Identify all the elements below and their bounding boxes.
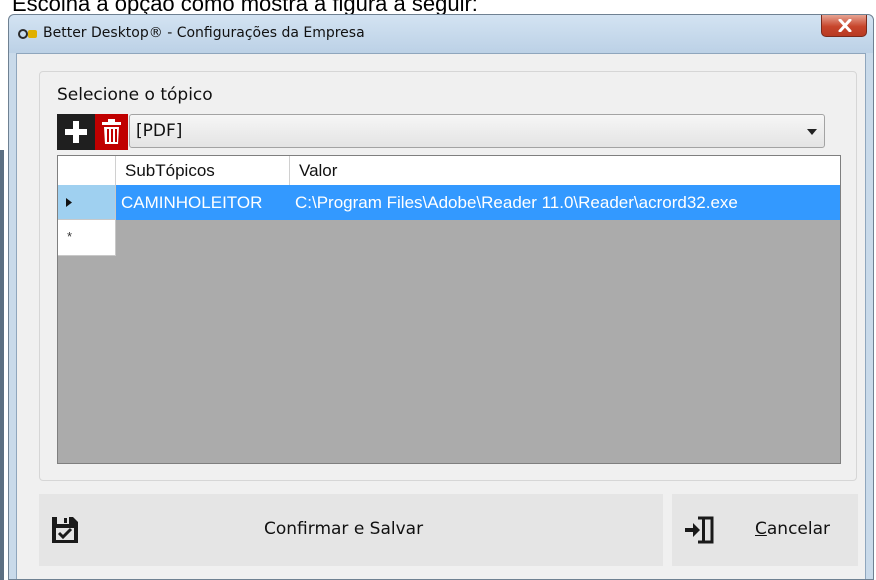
close-icon [838,19,852,32]
cell-subtopico[interactable]: CAMINHOLEITOR [116,185,290,220]
cancel-label-rest: ancelar [766,519,831,539]
confirm-save-button[interactable]: Confirmar e Salvar [39,494,663,566]
row-header-new[interactable]: * [58,220,116,256]
window-client-area: Selecione o tópico [PDF] SubTópicos Valo… [16,53,866,579]
trash-icon [102,119,121,144]
add-topic-button[interactable] [57,114,95,150]
subtopics-grid[interactable]: SubTópicos Valor CAMINHOLEITOR C:\Progra… [57,155,841,464]
exit-door-icon [685,516,714,544]
row-header-current[interactable] [58,185,116,220]
delete-topic-button[interactable] [95,114,128,150]
window-title: Better Desktop® - Configurações da Empre… [43,25,365,41]
cell-valor[interactable]: C:\Program Files\Adobe\Reader 11.0\Reade… [290,185,840,220]
settings-window: Better Desktop® - Configurações da Empre… [8,14,874,580]
cancel-button[interactable]: Cancelar [672,494,858,566]
topic-group: Selecione o tópico [PDF] SubTópicos Valo… [39,71,857,481]
row-pointer-icon [66,198,72,207]
app-icon [18,29,37,39]
close-button[interactable] [821,15,867,37]
topic-selected-value: [PDF] [136,121,183,141]
column-header-subtopicos[interactable]: SubTópicos [116,156,290,185]
confirm-save-label: Confirmar e Salvar [264,519,424,539]
plus-icon [65,121,87,143]
title-bar[interactable]: Better Desktop® - Configurações da Empre… [9,15,873,53]
topic-label: Selecione o tópico [57,85,213,105]
row-header-corner [58,156,116,185]
chevron-down-icon [807,129,817,135]
save-check-icon [52,517,78,543]
background-window-edge [0,150,4,580]
table-row[interactable]: CAMINHOLEITOR C:\Program Files\Adobe\Rea… [116,185,840,220]
grid-header: SubTópicos Valor [58,156,840,186]
cancel-label: Cancelar [755,519,830,539]
column-header-valor[interactable]: Valor [290,156,840,185]
topic-dropdown[interactable]: [PDF] [129,114,825,148]
cancel-label-accelerator: C [755,519,767,539]
new-row-marker: * [67,229,73,244]
